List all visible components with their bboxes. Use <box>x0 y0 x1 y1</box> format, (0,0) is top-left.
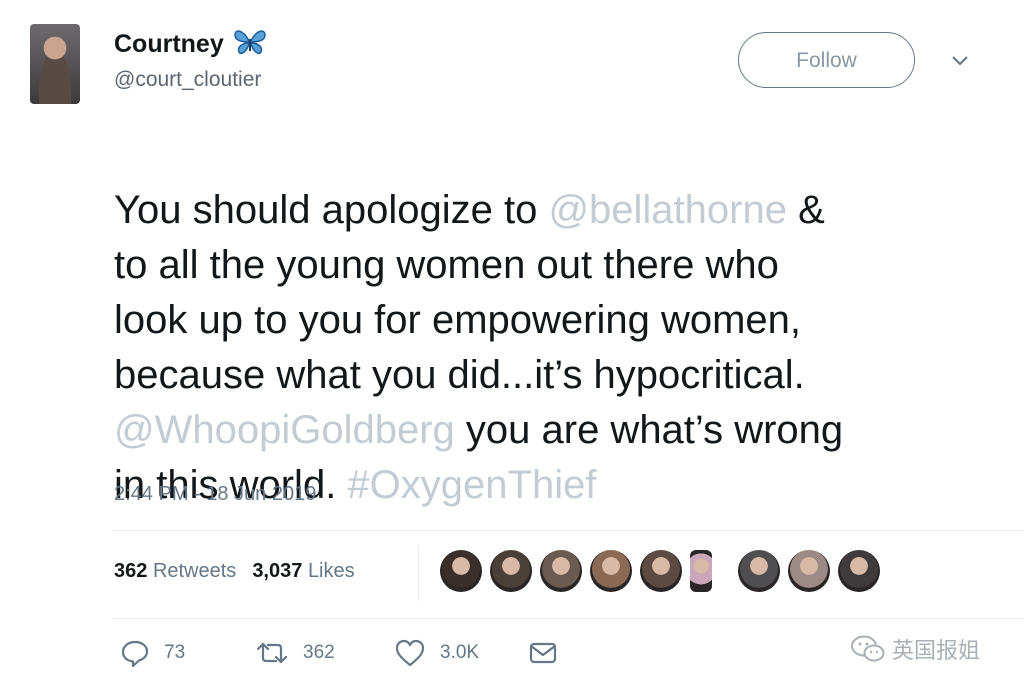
liker-avatar[interactable] <box>788 550 830 592</box>
tweet-text: You should apologize to @bellathorne & t… <box>114 128 994 513</box>
liker-avatar[interactable] <box>690 550 712 592</box>
like-count: 3.0K <box>440 642 480 663</box>
retweets-label: Retweets <box>152 560 237 582</box>
likes-stat[interactable]: 3,037 Likes <box>252 560 354 582</box>
retweet-count: 362 <box>303 642 335 663</box>
message-button[interactable] <box>528 638 572 668</box>
reply-button[interactable]: 73 <box>120 638 185 668</box>
liker-avatar[interactable] <box>838 550 880 592</box>
mention-bellathorne-link[interactable]: @bellathorne <box>548 188 787 232</box>
user-name-text: Courtney <box>114 30 224 58</box>
user-handle[interactable]: @court_cloutier <box>114 68 261 92</box>
likes-label: Likes <box>307 560 355 582</box>
tweet-timestamp[interactable]: 2:44 PM - 18 Jun 2019 <box>114 483 316 506</box>
user-name[interactable]: Courtney <box>114 30 267 59</box>
retweets-count: 362 <box>114 560 148 582</box>
follow-button[interactable]: Follow <box>738 32 915 88</box>
liker-avatar[interactable] <box>640 550 682 592</box>
watermark: 英国报姐 <box>850 633 980 665</box>
liker-avatar[interactable] <box>738 550 780 592</box>
butterfly-icon <box>233 30 266 55</box>
engagement-stats: 362 Retweets 3,037 Likes <box>114 560 355 583</box>
chevron-down-icon[interactable] <box>948 53 972 69</box>
liker-avatar[interactable] <box>590 550 632 592</box>
liker-avatar[interactable] <box>490 550 532 592</box>
likes-count: 3,037 <box>252 560 303 582</box>
divider-bottom <box>114 618 1024 619</box>
divider-top <box>114 530 1024 531</box>
hashtag-oxygenthief-link[interactable]: #OxygenThief <box>347 463 596 507</box>
reply-icon <box>121 640 149 668</box>
mention-whoopigoldberg-link[interactable]: @WhoopiGoldberg <box>114 408 455 452</box>
like-button[interactable]: 3.0K <box>394 638 479 668</box>
retweet-icon <box>256 642 288 664</box>
liker-avatar[interactable] <box>440 550 482 592</box>
tweet-text-segment: You should apologize to <box>114 188 549 232</box>
heart-icon <box>395 639 425 667</box>
liker-avatar[interactable] <box>540 550 582 592</box>
stats-separator <box>418 545 419 601</box>
reply-count: 73 <box>164 642 186 663</box>
retweets-stat[interactable]: 362 Retweets <box>114 560 236 582</box>
retweet-button[interactable]: 362 <box>255 638 335 668</box>
envelope-icon <box>529 642 557 664</box>
watermark-text: 英国报姐 <box>892 638 981 663</box>
wechat-icon <box>851 635 885 662</box>
user-avatar[interactable] <box>30 24 80 104</box>
